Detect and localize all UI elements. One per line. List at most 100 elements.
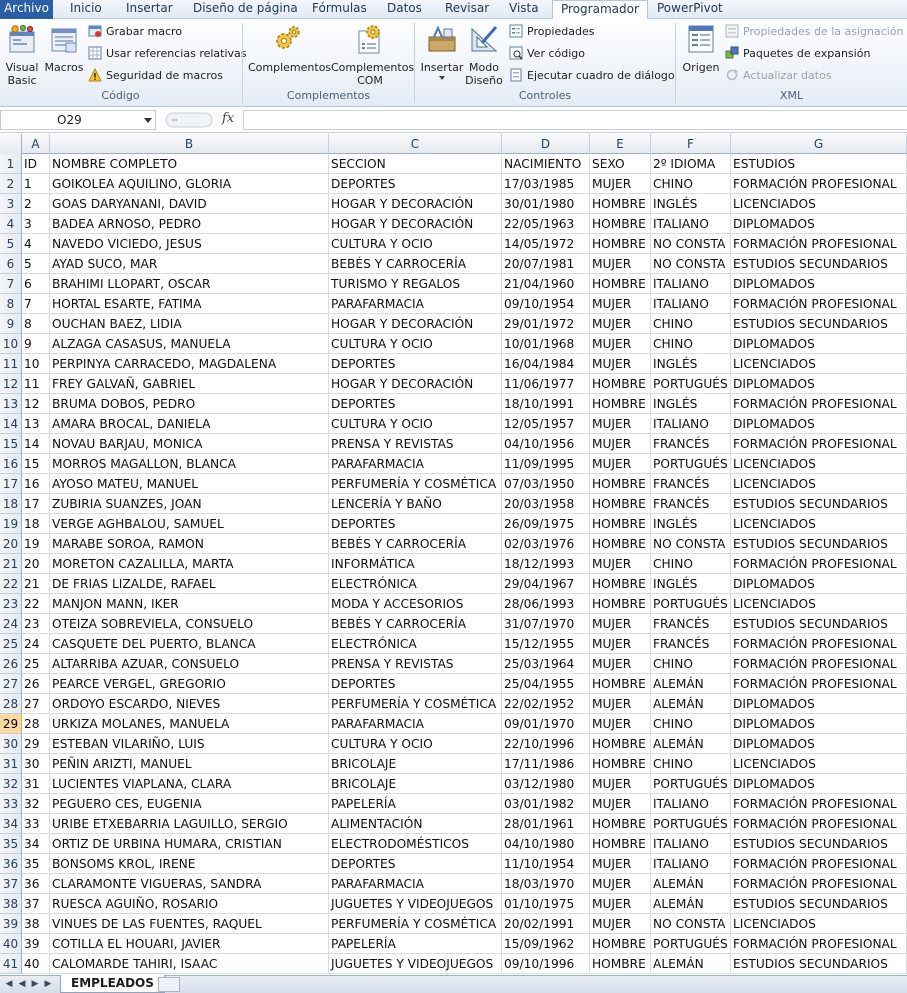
cell-c30[interactable]: CULTURA Y OCIO [329, 734, 502, 754]
cell-d4[interactable]: 22/05/1963 [502, 214, 590, 234]
tab-datos[interactable]: Datos [387, 0, 422, 19]
cell-d21[interactable]: 18/12/1993 [502, 554, 590, 574]
cell-e34[interactable]: HOMBRE [590, 814, 651, 834]
cell-e32[interactable]: MUJER [590, 774, 651, 794]
cell-b35[interactable]: ORTIZ DE URBINA HUMARA, CRISTIAN [50, 834, 329, 854]
cell-g11[interactable]: LICENCIADOS [731, 354, 907, 374]
cell-e5[interactable]: HOMBRE [590, 234, 651, 254]
cell-f25[interactable]: FRANCÉS [651, 634, 731, 654]
row-header[interactable]: 29 [0, 714, 22, 734]
sheet-tab-empleados[interactable]: EMPLEADOS [60, 975, 165, 993]
cell-f33[interactable]: ITALIANO [651, 794, 731, 814]
cell-f4[interactable]: ITALIANO [651, 214, 731, 234]
cell-f12[interactable]: PORTUGUÉS [651, 374, 731, 394]
row-header[interactable]: 38 [0, 894, 22, 914]
cell-d7[interactable]: 21/04/1960 [502, 274, 590, 294]
complementos-com-button[interactable]: Complementos COM [331, 23, 414, 87]
cell-c19[interactable]: DEPORTES [329, 514, 502, 534]
column-header-c[interactable]: C [329, 134, 502, 154]
cell-d33[interactable]: 03/01/1982 [502, 794, 590, 814]
cell-c11[interactable]: DEPORTES [329, 354, 502, 374]
cell-e12[interactable]: HOMBRE [590, 374, 651, 394]
cell-d6[interactable]: 20/07/1981 [502, 254, 590, 274]
cell-c37[interactable]: PARAFARMACIA [329, 874, 502, 894]
cell-f28[interactable]: ALEMÁN [651, 694, 731, 714]
cell-a8[interactable]: 7 [22, 294, 50, 314]
cell-a32[interactable]: 31 [22, 774, 50, 794]
cell-c17[interactable]: PERFUMERÍA Y COSMÉTICA [329, 474, 502, 494]
cell-f16[interactable]: PORTUGUÉS [651, 454, 731, 474]
cell-b27[interactable]: PEARCE VERGEL, GREGORIO [50, 674, 329, 694]
cell-f29[interactable]: CHINO [651, 714, 731, 734]
propiedades-asignacion-button[interactable]: Propiedades de la asignación [725, 23, 904, 41]
cell-b2[interactable]: GOIKOLEA AQUILINO, GLORIA [50, 174, 329, 194]
row-header[interactable]: 31 [0, 754, 22, 774]
cell-a18[interactable]: 17 [22, 494, 50, 514]
next-sheet-icon[interactable]: ▶ [29, 978, 41, 991]
cell-a9[interactable]: 8 [22, 314, 50, 334]
cell-f36[interactable]: ITALIANO [651, 854, 731, 874]
cell-b34[interactable]: URIBE ETXEBARRIA LAGUILLO, SERGIO [50, 814, 329, 834]
cell-g9[interactable]: ESTUDIOS SECUNDARIOS [731, 314, 907, 334]
cell-d35[interactable]: 04/10/1980 [502, 834, 590, 854]
cell-g22[interactable]: DIPLOMADOS [731, 574, 907, 594]
cell-g4[interactable]: DIPLOMADOS [731, 214, 907, 234]
cell-e10[interactable]: MUJER [590, 334, 651, 354]
row-header[interactable]: 26 [0, 654, 22, 674]
cell-e18[interactable]: HOMBRE [590, 494, 651, 514]
column-header-f[interactable]: F [651, 134, 731, 154]
cell-d13[interactable]: 18/10/1991 [502, 394, 590, 414]
cell-d24[interactable]: 31/07/1970 [502, 614, 590, 634]
row-header[interactable]: 39 [0, 914, 22, 934]
row-header[interactable]: 19 [0, 514, 22, 534]
cell-f2[interactable]: CHINO [651, 174, 731, 194]
cell-f14[interactable]: ITALIANO [651, 414, 731, 434]
cell-d11[interactable]: 16/04/1984 [502, 354, 590, 374]
cell-b18[interactable]: ZUBIRIA SUANZES, JOAN [50, 494, 329, 514]
cell-a16[interactable]: 15 [22, 454, 50, 474]
cell-e39[interactable]: MUJER [590, 914, 651, 934]
cell-b16[interactable]: MORROS MAGALLON, BLANCA [50, 454, 329, 474]
row-header[interactable]: 34 [0, 814, 22, 834]
prev-sheet-icon[interactable]: ◀ [16, 978, 28, 991]
cell-a2[interactable]: 1 [22, 174, 50, 194]
cell-a38[interactable]: 37 [22, 894, 50, 914]
ejecutar-dialogo-button[interactable]: Ejecutar cuadro de diálogo [509, 67, 675, 85]
cell-d29[interactable]: 09/01/1970 [502, 714, 590, 734]
cell-e33[interactable]: MUJER [590, 794, 651, 814]
cell-c15[interactable]: PRENSA Y REVISTAS [329, 434, 502, 454]
cell-c41[interactable]: JUGUETES Y VIDEOJUEGOS [329, 954, 502, 974]
cell-a12[interactable]: 11 [22, 374, 50, 394]
cell-g21[interactable]: FORMACIÓN PROFESIONAL [731, 554, 907, 574]
cell-b30[interactable]: ESTEBAN VILARIÑO, LUIS [50, 734, 329, 754]
cell-e19[interactable]: HOMBRE [590, 514, 651, 534]
cell-f35[interactable]: ITALIANO [651, 834, 731, 854]
cell-c38[interactable]: JUGUETES Y VIDEOJUEGOS [329, 894, 502, 914]
cell-g41[interactable]: ESTUDIOS SECUNDARIOS [731, 954, 907, 974]
cell-b22[interactable]: DE FRIAS LIZALDE, RAFAEL [50, 574, 329, 594]
cell-f17[interactable]: FRANCÉS [651, 474, 731, 494]
cell-b38[interactable]: RUESCA AGUIÑO, ROSARIO [50, 894, 329, 914]
row-header[interactable]: 30 [0, 734, 22, 754]
cell-c39[interactable]: PERFUMERÍA Y COSMÉTICA [329, 914, 502, 934]
row-header[interactable]: 13 [0, 394, 22, 414]
cell-g37[interactable]: FORMACIÓN PROFESIONAL [731, 874, 907, 894]
cell-e15[interactable]: MUJER [590, 434, 651, 454]
cell-d2[interactable]: 17/03/1985 [502, 174, 590, 194]
cell-f34[interactable]: PORTUGUÉS [651, 814, 731, 834]
cell-g30[interactable]: DIPLOMADOS [731, 734, 907, 754]
row-header[interactable]: 33 [0, 794, 22, 814]
tab-revisar[interactable]: Revisar [445, 0, 489, 19]
cell-c28[interactable]: PERFUMERÍA Y COSMÉTICA [329, 694, 502, 714]
first-sheet-icon[interactable]: ◀ [3, 978, 15, 991]
cell-d15[interactable]: 04/10/1956 [502, 434, 590, 454]
cell-g10[interactable]: DIPLOMADOS [731, 334, 907, 354]
cell-d9[interactable]: 29/01/1972 [502, 314, 590, 334]
row-header[interactable]: 4 [0, 214, 22, 234]
cell-d26[interactable]: 25/03/1964 [502, 654, 590, 674]
cell-g31[interactable]: LICENCIADOS [731, 754, 907, 774]
row-header[interactable]: 28 [0, 694, 22, 714]
last-sheet-icon[interactable]: ▶ [42, 978, 54, 991]
cell-d38[interactable]: 01/10/1975 [502, 894, 590, 914]
cell-e17[interactable]: HOMBRE [590, 474, 651, 494]
